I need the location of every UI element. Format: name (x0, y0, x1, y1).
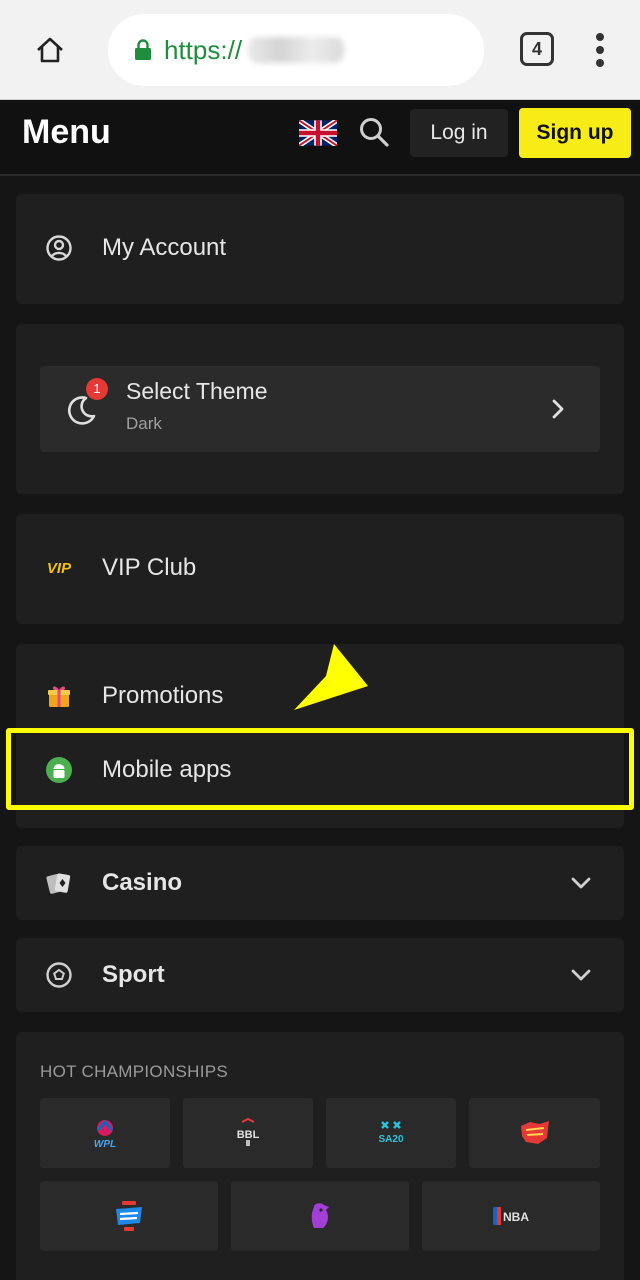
championship-tile-super-smash[interactable] (40, 1181, 218, 1251)
hot-championships-card: HOT CHAMPIONSHIPS WPL BBL SA20 NBA (16, 1032, 624, 1280)
nba-logo-text: NBA (503, 1210, 529, 1224)
url-text: https:// (164, 34, 243, 65)
vip-card: VIP VIP Club (16, 514, 624, 624)
sa20-logo-text: SA20 (378, 1134, 403, 1145)
bbl-logo-text: BBL (237, 1129, 260, 1141)
championship-tile-league[interactable] (469, 1098, 600, 1168)
championship-tile-sa20[interactable]: SA20 (326, 1098, 456, 1168)
search-icon[interactable] (358, 116, 390, 148)
theme-subtitle: Dark (126, 414, 162, 433)
championship-tile-nba[interactable]: NBA (422, 1181, 600, 1251)
lock-icon (135, 39, 151, 60)
premier-league-logo-icon (311, 1203, 329, 1228)
user-circle-icon (44, 233, 74, 263)
super-smash-logo-icon (116, 1201, 142, 1231)
chevron-right-icon (552, 399, 564, 419)
login-button[interactable]: Log in (410, 109, 508, 157)
page-title: Menu (22, 113, 111, 151)
sport-card[interactable]: Sport (16, 938, 624, 1012)
wpl-logo-text: WPL (94, 1139, 116, 1150)
championship-tile-premier-league[interactable] (231, 1181, 409, 1251)
pointer-arrow (294, 644, 368, 710)
tab-switcher-button[interactable]: 4 (520, 32, 554, 66)
menu-item-label: Sport (102, 961, 165, 988)
home-icon[interactable] (34, 34, 66, 66)
menu-item-label: VIP Club (102, 554, 197, 581)
theme-card: 1 Select Theme Dark (16, 324, 624, 494)
select-theme-button[interactable]: 1 Select Theme Dark (40, 366, 600, 452)
league-logo-icon (520, 1121, 549, 1144)
soccer-ball-icon (44, 960, 74, 990)
nba-logo-icon: NBA (493, 1207, 529, 1225)
account-card: My Account (16, 194, 624, 304)
menu-item-casino[interactable]: Casino (16, 853, 624, 913)
championship-tile-wpl[interactable]: WPL (40, 1098, 170, 1168)
section-title: HOT CHAMPIONSHIPS (40, 1062, 229, 1081)
chevron-down-icon (571, 969, 591, 981)
theme-title: Select Theme (126, 378, 268, 404)
menu-item-sport[interactable]: Sport (16, 945, 624, 1005)
notification-badge: 1 (86, 378, 108, 400)
chevron-down-icon (571, 877, 591, 889)
menu-item-label: Casino (102, 869, 183, 896)
uk-flag-icon[interactable] (299, 120, 337, 146)
championship-tile-bbl[interactable]: BBL (183, 1098, 313, 1168)
casino-card[interactable]: Casino (16, 846, 624, 920)
sa20-logo-icon: SA20 (378, 1121, 404, 1145)
menu-item-label: Promotions (102, 682, 224, 709)
wpl-logo-icon: WPL (94, 1119, 116, 1150)
menu-item-my-account[interactable]: My Account (16, 218, 624, 278)
vip-icon-text: VIP (46, 559, 72, 577)
vip-icon: VIP (44, 553, 74, 583)
more-options-icon[interactable] (590, 33, 610, 67)
gift-icon (44, 681, 74, 711)
highlight-box (6, 728, 634, 810)
menu-item-vip-club[interactable]: VIP VIP Club (16, 538, 624, 598)
url-redacted (248, 37, 345, 63)
bbl-logo-icon: BBL (237, 1118, 260, 1146)
browser-toolbar: https:// 4 (0, 0, 640, 100)
app-header: Menu Log in Sign up (0, 100, 640, 176)
menu-item-label: My Account (102, 234, 227, 261)
address-bar[interactable]: https:// (108, 14, 484, 86)
signup-button[interactable]: Sign up (519, 108, 631, 158)
cards-icon (44, 868, 74, 898)
